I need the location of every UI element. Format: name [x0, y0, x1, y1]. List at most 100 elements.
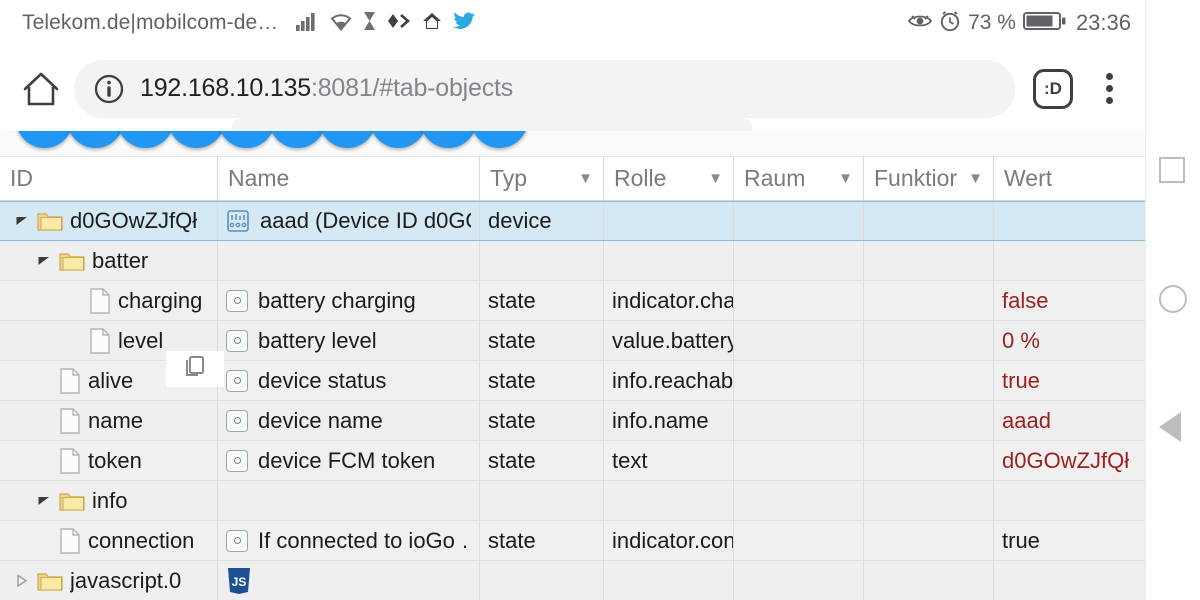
column-header-rau[interactable]: Raum ▼	[734, 157, 864, 200]
cell-typ[interactable]: state	[480, 321, 604, 360]
cell-rol[interactable]: indicator.con	[604, 521, 734, 560]
action-fab-2[interactable]	[66, 131, 124, 148]
cell-id[interactable]: batter	[0, 241, 218, 280]
cell-name[interactable]: device FCM token	[218, 441, 480, 480]
cell-rau[interactable]	[734, 561, 864, 600]
action-fab-6[interactable]	[268, 131, 326, 148]
action-fab-7[interactable]	[319, 131, 376, 148]
collapse-triangle-icon[interactable]	[14, 573, 30, 588]
cell-id[interactable]: javascript.0	[0, 561, 218, 600]
cell-typ[interactable]: state	[480, 361, 604, 400]
cell-name[interactable]: If connected to ioGo …	[218, 521, 480, 560]
chevron-down-icon[interactable]: ▼	[708, 170, 723, 187]
cell-rol[interactable]: value.battery	[604, 321, 734, 360]
action-fab-3[interactable]	[117, 131, 174, 148]
copy-icon[interactable]	[182, 354, 208, 385]
cell-typ[interactable]: state	[480, 281, 604, 320]
cell-fun[interactable]	[864, 481, 994, 520]
action-fab-1[interactable]	[16, 131, 73, 148]
cell-rau[interactable]	[734, 521, 864, 560]
cell-rol[interactable]	[604, 481, 734, 520]
back-triangle-icon[interactable]	[1159, 412, 1181, 442]
cell-id[interactable]: info	[0, 481, 218, 520]
cell-rol[interactable]	[604, 202, 734, 240]
cell-rol[interactable]	[604, 241, 734, 280]
cell-rau[interactable]	[734, 441, 864, 480]
cell-fun[interactable]	[864, 361, 994, 400]
cell-name[interactable]: device name	[218, 401, 480, 440]
action-fab-9[interactable]	[420, 131, 477, 148]
table-row[interactable]: javascript.0 JS	[0, 561, 1145, 600]
cell-fun[interactable]	[864, 561, 994, 600]
cell-rol[interactable]: text	[604, 441, 734, 480]
cell-id[interactable]: charging	[0, 281, 218, 320]
cell-rol[interactable]	[604, 561, 734, 600]
cell-id[interactable]: connection	[0, 521, 218, 560]
table-row[interactable]: d0GOwZJfQł aaad (Device ID d0GO… device	[0, 201, 1145, 241]
cell-id[interactable]: token	[0, 441, 218, 480]
action-fab-10[interactable]	[470, 131, 528, 148]
url-text[interactable]: 192.168.10.135:8081/#tab-objects	[140, 74, 513, 103]
cell-value[interactable]: aaad	[994, 401, 1141, 440]
cell-rau[interactable]	[734, 481, 864, 520]
cell-value[interactable]	[994, 202, 1141, 240]
cell-name[interactable]: battery level	[218, 321, 480, 360]
column-header-typ[interactable]: Typ ▼	[480, 157, 604, 200]
cell-rau[interactable]	[734, 401, 864, 440]
cell-rol[interactable]: info.name	[604, 401, 734, 440]
cell-value[interactable]: true	[994, 521, 1141, 560]
cell-rau[interactable]	[734, 321, 864, 360]
column-header-fun[interactable]: Funktior ▼	[864, 157, 994, 200]
cell-fun[interactable]	[864, 202, 994, 240]
cell-value[interactable]	[994, 481, 1141, 520]
action-fab-8[interactable]	[369, 131, 427, 148]
cell-id[interactable]: name	[0, 401, 218, 440]
cell-rau[interactable]	[734, 241, 864, 280]
column-header-id[interactable]: ID	[0, 157, 218, 200]
cell-name[interactable]: JS	[218, 561, 480, 600]
cell-typ[interactable]	[480, 241, 604, 280]
table-row[interactable]: charging battery charging state indicator.c…	[0, 281, 1145, 321]
cell-typ[interactable]: state	[480, 441, 604, 480]
cell-typ[interactable]: device	[480, 202, 604, 240]
action-fab-5[interactable]	[218, 131, 275, 148]
info-icon[interactable]	[94, 74, 124, 104]
home-circle-icon[interactable]	[1159, 285, 1187, 313]
cell-fun[interactable]	[864, 281, 994, 320]
cell-value[interactable]	[994, 561, 1141, 600]
chevron-down-icon[interactable]: ▼	[838, 170, 853, 187]
copy-tooltip-popup[interactable]	[166, 351, 224, 387]
chevron-down-icon[interactable]: ▼	[578, 170, 593, 187]
cell-name[interactable]: aaad (Device ID d0GO…	[218, 202, 480, 240]
cell-value[interactable]	[994, 241, 1141, 280]
cell-typ[interactable]: state	[480, 521, 604, 560]
table-row[interactable]: connection If connected to ioGo … state ind…	[0, 521, 1145, 561]
cell-typ[interactable]: state	[480, 401, 604, 440]
cell-name[interactable]: battery charging	[218, 281, 480, 320]
table-row[interactable]: name device name state info.name aaad	[0, 401, 1145, 441]
cell-fun[interactable]	[864, 441, 994, 480]
cell-fun[interactable]	[864, 401, 994, 440]
kebab-menu-icon[interactable]	[1087, 73, 1131, 104]
cell-rol[interactable]: info.reachabl	[604, 361, 734, 400]
cell-rol[interactable]: indicator.cha	[604, 281, 734, 320]
cell-value[interactable]: false	[994, 281, 1141, 320]
url-bar[interactable]: 192.168.10.135:8081/#tab-objects	[74, 59, 1015, 118]
recents-square-icon[interactable]	[1159, 157, 1185, 183]
expand-triangle-icon[interactable]	[36, 254, 52, 268]
cell-rau[interactable]	[734, 361, 864, 400]
cell-fun[interactable]	[864, 241, 994, 280]
expand-triangle-icon[interactable]	[14, 214, 30, 228]
cell-typ[interactable]	[480, 561, 604, 600]
devtools-button[interactable]: :D	[1033, 68, 1073, 109]
cell-rau[interactable]	[734, 281, 864, 320]
home-icon[interactable]	[18, 66, 64, 112]
expand-triangle-icon[interactable]	[36, 494, 52, 508]
cell-value[interactable]: d0GOwZJfQł	[994, 441, 1141, 480]
table-row[interactable]: info	[0, 481, 1145, 521]
table-row[interactable]: batter	[0, 241, 1145, 281]
action-fab-4[interactable]	[167, 131, 225, 148]
cell-fun[interactable]	[864, 321, 994, 360]
cell-value[interactable]: true	[994, 361, 1141, 400]
column-header-rol[interactable]: Rolle ▼	[604, 157, 734, 200]
